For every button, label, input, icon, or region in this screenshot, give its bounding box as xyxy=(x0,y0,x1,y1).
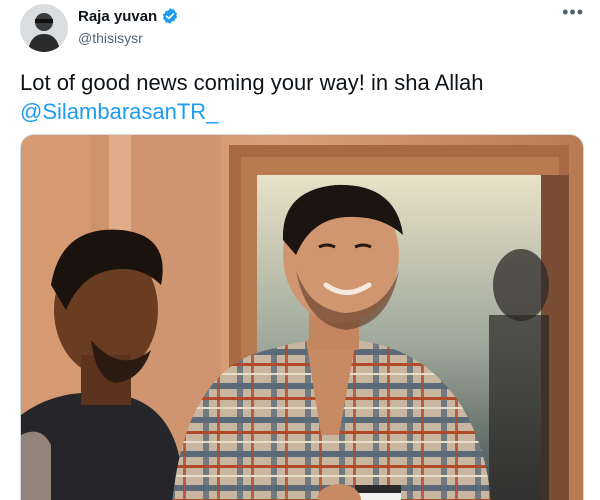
display-name[interactable]: Raja yuvan xyxy=(78,8,157,25)
avatar[interactable] xyxy=(20,4,68,52)
tweet-body: Lot of good news coming your way! in sha… xyxy=(20,70,484,95)
mention-link[interactable]: @SilambarasanTR_ xyxy=(20,99,218,124)
tweet-card[interactable]: Raja yuvan @thisisysr ••• Lot of good ne… xyxy=(0,0,600,500)
verified-badge-icon xyxy=(161,7,179,25)
more-horizontal-icon[interactable]: ••• xyxy=(562,2,584,23)
user-handle[interactable]: @thisisysr xyxy=(78,30,143,46)
author-name-row: Raja yuvan xyxy=(78,7,179,25)
tweet-photo[interactable] xyxy=(20,134,584,500)
tweet-text: Lot of good news coming your way! in sha… xyxy=(20,68,580,126)
